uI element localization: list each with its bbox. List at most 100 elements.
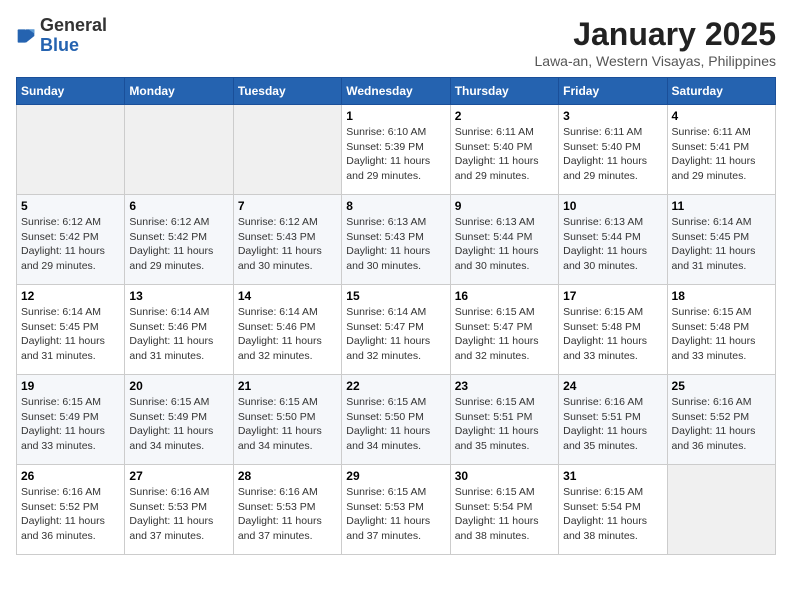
weekday-header-row: SundayMondayTuesdayWednesdayThursdayFrid…: [17, 78, 776, 105]
weekday-header-wednesday: Wednesday: [342, 78, 450, 105]
day-number: 14: [238, 289, 337, 303]
calendar-day-cell: 19 Sunrise: 6:15 AMSunset: 5:49 PMDayligh…: [17, 375, 125, 465]
calendar-week-row: 12Sunrise: 6:14 AMSunset: 5:45 PMDayligh…: [17, 285, 776, 375]
calendar-day-cell: 15 Sunrise: 6:14 AMSunset: 5:47 PMDayligh…: [342, 285, 450, 375]
calendar-day-cell: 16 Sunrise: 6:15 AMSunset: 5:47 PMDayligh…: [450, 285, 558, 375]
day-info: Sunrise: 6:16 AMSunset: 5:52 PMDaylight:…: [672, 395, 771, 454]
calendar-day-cell: 20 Sunrise: 6:15 AMSunset: 5:49 PMDayligh…: [125, 375, 233, 465]
day-number: 16: [455, 289, 554, 303]
day-number: 24: [563, 379, 662, 393]
day-info: Sunrise: 6:15 AMSunset: 5:53 PMDaylight:…: [346, 485, 445, 544]
day-info: Sunrise: 6:16 AMSunset: 5:52 PMDaylight:…: [21, 485, 120, 544]
calendar-day-cell: 13 Sunrise: 6:14 AMSunset: 5:46 PMDayligh…: [125, 285, 233, 375]
calendar-day-cell: [233, 105, 341, 195]
day-number: 9: [455, 199, 554, 213]
calendar-day-cell: [17, 105, 125, 195]
calendar-day-cell: 3 Sunrise: 6:11 AMSunset: 5:40 PMDaylight…: [559, 105, 667, 195]
logo-text: General Blue: [40, 16, 107, 56]
calendar-day-cell: 8Sunrise: 6:13 AMSunset: 5:43 PMDaylight…: [342, 195, 450, 285]
calendar-day-cell: 24 Sunrise: 6:16 AMSunset: 5:51 PMDayligh…: [559, 375, 667, 465]
day-number: 7: [238, 199, 337, 213]
day-number: 4: [672, 109, 771, 123]
day-number: 15: [346, 289, 445, 303]
day-number: 5: [21, 199, 120, 213]
calendar-week-row: 1 Sunrise: 6:10 AMSunset: 5:39 PMDaylight…: [17, 105, 776, 195]
day-info: Sunrise: 6:15 AMSunset: 5:48 PMDaylight:…: [563, 305, 662, 364]
calendar-day-cell: 4 Sunrise: 6:11 AMSunset: 5:41 PMDaylight…: [667, 105, 775, 195]
general-blue-icon: [16, 26, 36, 46]
logo: General Blue: [16, 16, 107, 56]
calendar-day-cell: 28 Sunrise: 6:16 AMSunset: 5:53 PMDayligh…: [233, 465, 341, 555]
calendar-week-row: 26 Sunrise: 6:16 AMSunset: 5:52 PMDayligh…: [17, 465, 776, 555]
page-header: General Blue January 2025 Lawa-an, Weste…: [16, 16, 776, 69]
day-info: Sunrise: 6:14 AMSunset: 5:45 PMDaylight:…: [672, 215, 771, 274]
day-info: Sunrise: 6:11 AMSunset: 5:40 PMDaylight:…: [563, 125, 662, 184]
day-number: 1: [346, 109, 445, 123]
day-number: 28: [238, 469, 337, 483]
day-info: Sunrise: 6:13 AMSunset: 5:44 PMDaylight:…: [563, 215, 662, 274]
calendar-day-cell: 18 Sunrise: 6:15 AMSunset: 5:48 PMDayligh…: [667, 285, 775, 375]
day-number: 29: [346, 469, 445, 483]
day-info: Sunrise: 6:11 AMSunset: 5:40 PMDaylight:…: [455, 125, 554, 184]
day-info: Sunrise: 6:12 AMSunset: 5:42 PMDaylight:…: [21, 215, 120, 274]
calendar-day-cell: 11Sunrise: 6:14 AMSunset: 5:45 PMDayligh…: [667, 195, 775, 285]
day-number: 13: [129, 289, 228, 303]
logo-blue: Blue: [40, 35, 79, 55]
day-info: Sunrise: 6:15 AMSunset: 5:49 PMDaylight:…: [129, 395, 228, 454]
day-info: Sunrise: 6:10 AMSunset: 5:39 PMDaylight:…: [346, 125, 445, 184]
calendar-day-cell: 26 Sunrise: 6:16 AMSunset: 5:52 PMDayligh…: [17, 465, 125, 555]
day-info: Sunrise: 6:15 AMSunset: 5:51 PMDaylight:…: [455, 395, 554, 454]
day-info: Sunrise: 6:16 AMSunset: 5:53 PMDaylight:…: [238, 485, 337, 544]
day-number: 3: [563, 109, 662, 123]
day-number: 23: [455, 379, 554, 393]
day-info: Sunrise: 6:14 AMSunset: 5:47 PMDaylight:…: [346, 305, 445, 364]
weekday-header-sunday: Sunday: [17, 78, 125, 105]
day-number: 6: [129, 199, 228, 213]
day-number: 19: [21, 379, 120, 393]
calendar-week-row: 5 Sunrise: 6:12 AMSunset: 5:42 PMDaylight…: [17, 195, 776, 285]
day-info: Sunrise: 6:15 AMSunset: 5:50 PMDaylight:…: [238, 395, 337, 454]
calendar-day-cell: 17 Sunrise: 6:15 AMSunset: 5:48 PMDayligh…: [559, 285, 667, 375]
weekday-header-tuesday: Tuesday: [233, 78, 341, 105]
calendar-day-cell: [125, 105, 233, 195]
calendar-day-cell: 31 Sunrise: 6:15 AMSunset: 5:54 PMDayligh…: [559, 465, 667, 555]
calendar-day-cell: 29 Sunrise: 6:15 AMSunset: 5:53 PMDayligh…: [342, 465, 450, 555]
weekday-header-friday: Friday: [559, 78, 667, 105]
day-info: Sunrise: 6:12 AMSunset: 5:43 PMDaylight:…: [238, 215, 337, 274]
day-number: 26: [21, 469, 120, 483]
day-number: 18: [672, 289, 771, 303]
day-info: Sunrise: 6:14 AMSunset: 5:46 PMDaylight:…: [129, 305, 228, 364]
logo-general: General: [40, 15, 107, 35]
day-info: Sunrise: 6:15 AMSunset: 5:49 PMDaylight:…: [21, 395, 120, 454]
calendar-day-cell: 22Sunrise: 6:15 AMSunset: 5:50 PMDayligh…: [342, 375, 450, 465]
day-info: Sunrise: 6:15 AMSunset: 5:48 PMDaylight:…: [672, 305, 771, 364]
day-info: Sunrise: 6:15 AMSunset: 5:50 PMDaylight:…: [346, 395, 445, 454]
calendar-subtitle: Lawa-an, Western Visayas, Philippines: [535, 53, 777, 69]
day-info: Sunrise: 6:11 AMSunset: 5:41 PMDaylight:…: [672, 125, 771, 184]
calendar-day-cell: [667, 465, 775, 555]
weekday-header-saturday: Saturday: [667, 78, 775, 105]
day-number: 31: [563, 469, 662, 483]
day-number: 17: [563, 289, 662, 303]
day-info: Sunrise: 6:12 AMSunset: 5:42 PMDaylight:…: [129, 215, 228, 274]
day-number: 20: [129, 379, 228, 393]
calendar-body: 1 Sunrise: 6:10 AMSunset: 5:39 PMDaylight…: [17, 105, 776, 555]
calendar-day-cell: 12Sunrise: 6:14 AMSunset: 5:45 PMDayligh…: [17, 285, 125, 375]
calendar-day-cell: 30Sunrise: 6:15 AMSunset: 5:54 PMDayligh…: [450, 465, 558, 555]
calendar-day-cell: 6 Sunrise: 6:12 AMSunset: 5:42 PMDaylight…: [125, 195, 233, 285]
calendar-day-cell: 7 Sunrise: 6:12 AMSunset: 5:43 PMDaylight…: [233, 195, 341, 285]
calendar-day-cell: 14Sunrise: 6:14 AMSunset: 5:46 PMDayligh…: [233, 285, 341, 375]
day-info: Sunrise: 6:15 AMSunset: 5:47 PMDaylight:…: [455, 305, 554, 364]
title-block: January 2025 Lawa-an, Western Visayas, P…: [535, 16, 777, 69]
day-info: Sunrise: 6:15 AMSunset: 5:54 PMDaylight:…: [563, 485, 662, 544]
weekday-header-thursday: Thursday: [450, 78, 558, 105]
day-number: 2: [455, 109, 554, 123]
day-number: 27: [129, 469, 228, 483]
day-info: Sunrise: 6:16 AMSunset: 5:51 PMDaylight:…: [563, 395, 662, 454]
calendar-header: SundayMondayTuesdayWednesdayThursdayFrid…: [17, 78, 776, 105]
calendar-day-cell: 9Sunrise: 6:13 AMSunset: 5:44 PMDaylight…: [450, 195, 558, 285]
calendar-table: SundayMondayTuesdayWednesdayThursdayFrid…: [16, 77, 776, 555]
calendar-day-cell: 1 Sunrise: 6:10 AMSunset: 5:39 PMDaylight…: [342, 105, 450, 195]
calendar-day-cell: 27 Sunrise: 6:16 AMSunset: 5:53 PMDayligh…: [125, 465, 233, 555]
day-info: Sunrise: 6:16 AMSunset: 5:53 PMDaylight:…: [129, 485, 228, 544]
